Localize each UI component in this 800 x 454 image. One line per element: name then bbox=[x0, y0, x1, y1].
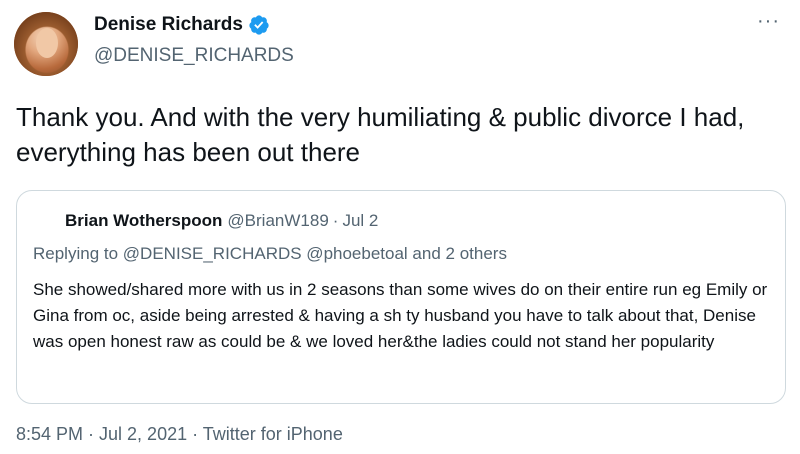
avatar[interactable] bbox=[14, 12, 78, 76]
verified-badge-icon bbox=[249, 15, 269, 35]
quoted-tweet-text: She showed/shared more with us in 2 seas… bbox=[33, 280, 768, 351]
quoted-tweet[interactable]: Brian Wotherspoon @BrianW189 · Jul 2 Rep… bbox=[16, 190, 786, 404]
author-handle[interactable]: @DENISE_RICHARDS bbox=[94, 45, 294, 67]
replying-to-line: Replying to @DENISE_RICHARDS @phoebetoal… bbox=[33, 244, 507, 264]
reply-mentions: @DENISE_RICHARDS @phoebetoal and 2 other… bbox=[122, 244, 507, 263]
tweet-timestamp[interactable]: 8:54 PM · Jul 2, 2021 · Twitter for iPho… bbox=[16, 424, 343, 445]
more-icon[interactable]: ··· bbox=[757, 11, 780, 31]
separator-dot: · bbox=[332, 211, 339, 230]
quoted-author-handle: @BrianW189 bbox=[227, 211, 329, 230]
author-name-row: Denise Richards bbox=[94, 14, 270, 36]
avatar-face bbox=[36, 28, 58, 58]
quoted-author-name: Brian Wotherspoon bbox=[65, 211, 223, 230]
quoted-tweet-header: Brian Wotherspoon @BrianW189 · Jul 2 bbox=[65, 211, 378, 231]
tweet-card: Denise Richards @DENISE_RICHARDS ··· Tha… bbox=[0, 0, 800, 454]
replying-to-label: Replying to bbox=[33, 244, 119, 263]
tweet-text: Thank you. And with the very humiliating… bbox=[16, 102, 745, 167]
quoted-tweet-date: Jul 2 bbox=[342, 211, 379, 230]
author-display-name[interactable]: Denise Richards bbox=[94, 14, 243, 36]
